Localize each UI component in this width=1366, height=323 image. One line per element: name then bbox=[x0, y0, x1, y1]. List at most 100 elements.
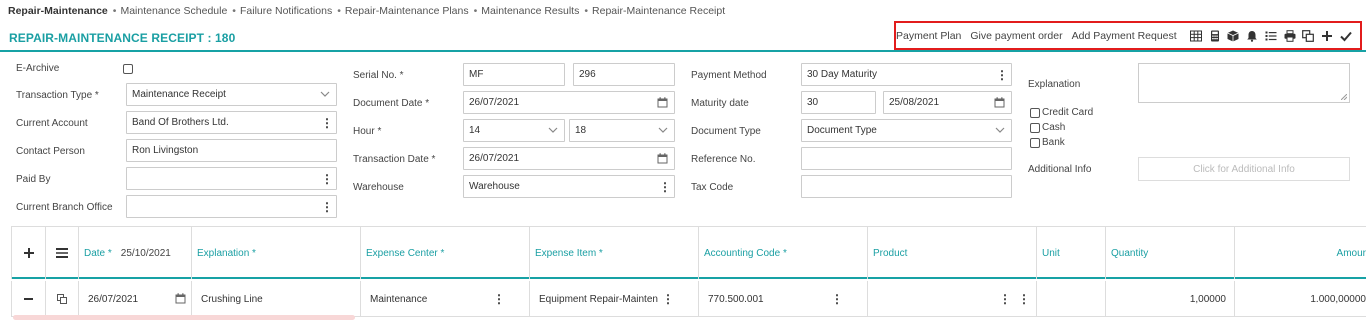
row-expense-center-cell[interactable]: Maintenance ⋮ bbox=[360, 281, 529, 317]
col-quantity[interactable]: Quantity bbox=[1105, 227, 1234, 279]
add-row-button[interactable] bbox=[11, 227, 45, 279]
current-account-label: Current Account bbox=[16, 118, 88, 129]
more-options-icon[interactable]: ⋮ bbox=[993, 64, 1011, 85]
maturity-date-input[interactable]: 25/08/2021 bbox=[883, 91, 1012, 114]
contact-person-input[interactable]: Ron Livingston bbox=[126, 139, 337, 162]
col-product[interactable]: Product bbox=[867, 227, 1037, 279]
list-settings-icon bbox=[56, 248, 68, 258]
hour-label: Hour * bbox=[353, 126, 382, 137]
current-account-value: Band Of Brothers Ltd. bbox=[132, 117, 229, 128]
document-date-label: Document Date * bbox=[353, 98, 430, 109]
document-date-input[interactable]: 26/07/2021 bbox=[463, 91, 675, 114]
cash-checkbox[interactable] bbox=[1030, 123, 1040, 133]
bank-label: Bank bbox=[1042, 137, 1065, 148]
add-payment-request-link[interactable]: Add Payment Request bbox=[1072, 30, 1177, 42]
horizontal-scrollbar[interactable] bbox=[13, 315, 355, 320]
more-options-icon[interactable]: ⋮ bbox=[662, 292, 674, 306]
row-unit-cell[interactable] bbox=[1036, 281, 1105, 317]
payment-method-input[interactable]: 30 Day Maturity ⋮ bbox=[801, 63, 1012, 86]
row-date-cell[interactable]: 26/07/2021 bbox=[78, 281, 191, 317]
row-accounting-code-cell[interactable]: 770.500.001 ⋮ bbox=[698, 281, 867, 317]
maturity-days-input[interactable]: 30 bbox=[801, 91, 876, 114]
col-date-filter-value[interactable]: 25/10/2021 bbox=[121, 248, 171, 259]
col-date[interactable]: Date * 25/10/2021 bbox=[78, 227, 191, 279]
calendar-icon[interactable] bbox=[994, 97, 1005, 108]
serial-number-input[interactable]: 296 bbox=[573, 63, 675, 86]
more-options-icon[interactable]: ⋮ bbox=[656, 176, 674, 197]
more-options-icon[interactable]: ⋮ bbox=[318, 112, 336, 133]
more-options-icon[interactable]: ⋮ bbox=[999, 292, 1011, 306]
current-account-input[interactable]: Band Of Brothers Ltd. ⋮ bbox=[126, 111, 337, 134]
resize-grip-icon[interactable] bbox=[1341, 94, 1347, 100]
grid-header: Date * 25/10/2021 Explanation * Expense … bbox=[11, 227, 1366, 279]
copy-row-button[interactable] bbox=[45, 281, 78, 317]
more-options-icon[interactable]: ⋮ bbox=[1018, 292, 1030, 306]
breadcrumb-maintenance-schedule[interactable]: Maintenance Schedule bbox=[108, 5, 227, 17]
hour-select[interactable]: 14 bbox=[463, 119, 565, 142]
calendar-icon[interactable] bbox=[657, 153, 668, 164]
breadcrumb-root[interactable]: Repair-Maintenance bbox=[8, 5, 108, 17]
table-row: 26/07/2021 Crushing Line Maintenance ⋮ E… bbox=[11, 281, 1366, 317]
additional-info-button[interactable]: Click for Additional Info bbox=[1138, 157, 1350, 181]
row-explanation-cell[interactable]: Crushing Line bbox=[191, 281, 361, 317]
list-icon[interactable] bbox=[1262, 27, 1279, 44]
current-branch-office-input[interactable]: ⋮ bbox=[126, 195, 337, 218]
table-icon[interactable] bbox=[1188, 27, 1205, 44]
plus-icon[interactable] bbox=[1319, 27, 1336, 44]
more-options-icon[interactable]: ⋮ bbox=[493, 292, 505, 306]
explanation-textarea[interactable] bbox=[1138, 63, 1350, 103]
row-amount-cell[interactable]: 1.000,00000 bbox=[1234, 281, 1366, 317]
check-icon[interactable] bbox=[1337, 27, 1354, 44]
more-options-icon[interactable]: ⋮ bbox=[318, 168, 336, 189]
cash-label: Cash bbox=[1042, 122, 1066, 133]
breadcrumb-repair-maintenance-plans[interactable]: Repair-Maintenance Plans bbox=[332, 5, 469, 17]
e-archive-checkbox[interactable] bbox=[123, 64, 133, 74]
col-expense-center[interactable]: Expense Center * bbox=[360, 227, 529, 279]
col-amount[interactable]: Amour bbox=[1234, 227, 1366, 279]
col-explanation[interactable]: Explanation * bbox=[191, 227, 361, 279]
tax-code-input[interactable] bbox=[801, 175, 1012, 198]
breadcrumb-failure-notifications[interactable]: Failure Notifications bbox=[227, 5, 332, 17]
explanation-label: Explanation bbox=[1028, 79, 1081, 90]
cube-icon[interactable] bbox=[1225, 27, 1242, 44]
minute-select[interactable]: 18 bbox=[569, 119, 675, 142]
serial-no-label: Serial No. * bbox=[353, 70, 404, 81]
col-unit[interactable]: Unit bbox=[1036, 227, 1105, 279]
maturity-date-value: 25/08/2021 bbox=[889, 97, 940, 108]
calendar-icon[interactable] bbox=[175, 293, 186, 304]
warehouse-value: Warehouse bbox=[469, 181, 520, 192]
bell-icon[interactable] bbox=[1244, 27, 1261, 44]
serial-series-input[interactable]: MF bbox=[463, 63, 565, 86]
reference-no-input[interactable] bbox=[801, 147, 1012, 170]
breadcrumb-repair-maintenance-receipt[interactable]: Repair-Maintenance Receipt bbox=[579, 5, 725, 17]
row-product-cell[interactable]: ⋮ ⋮ bbox=[867, 281, 1037, 317]
document-type-select[interactable]: Document Type bbox=[801, 119, 1012, 142]
hour-value: 14 bbox=[469, 125, 481, 136]
warehouse-input[interactable]: Warehouse ⋮ bbox=[463, 175, 675, 198]
give-payment-order-link[interactable]: Give payment order bbox=[970, 30, 1062, 42]
copy-icon[interactable] bbox=[1300, 27, 1317, 44]
credit-card-label: Credit Card bbox=[1042, 107, 1094, 118]
calculator-icon[interactable] bbox=[1206, 27, 1223, 44]
paid-by-input[interactable]: ⋮ bbox=[126, 167, 337, 190]
row-quantity-cell[interactable]: 1,00000 bbox=[1105, 281, 1234, 317]
current-branch-office-label: Current Branch Office bbox=[16, 202, 113, 213]
credit-card-checkbox[interactable] bbox=[1030, 108, 1040, 118]
row-date-value: 26/07/2021 bbox=[88, 293, 139, 305]
bank-checkbox[interactable] bbox=[1030, 138, 1040, 148]
transaction-type-label: Transaction Type * bbox=[16, 90, 99, 101]
more-options-icon[interactable]: ⋮ bbox=[831, 292, 843, 306]
transaction-date-input[interactable]: 26/07/2021 bbox=[463, 147, 675, 170]
breadcrumb-maintenance-results[interactable]: Maintenance Results bbox=[469, 5, 579, 17]
remove-row-button[interactable] bbox=[11, 281, 45, 317]
more-options-icon[interactable]: ⋮ bbox=[318, 196, 336, 217]
row-expense-item-cell[interactable]: Equipment Repair-Mainten ⋮ bbox=[529, 281, 698, 317]
payment-plan-link[interactable]: Payment Plan bbox=[896, 30, 961, 42]
col-accounting-code[interactable]: Accounting Code * bbox=[698, 227, 867, 279]
col-expense-item[interactable]: Expense Item * bbox=[529, 227, 698, 279]
print-icon[interactable] bbox=[1281, 27, 1298, 44]
contact-person-label: Contact Person bbox=[16, 146, 85, 157]
column-settings-button[interactable] bbox=[45, 227, 78, 279]
transaction-type-select[interactable]: Maintenance Receipt bbox=[126, 83, 337, 106]
calendar-icon[interactable] bbox=[657, 97, 668, 108]
